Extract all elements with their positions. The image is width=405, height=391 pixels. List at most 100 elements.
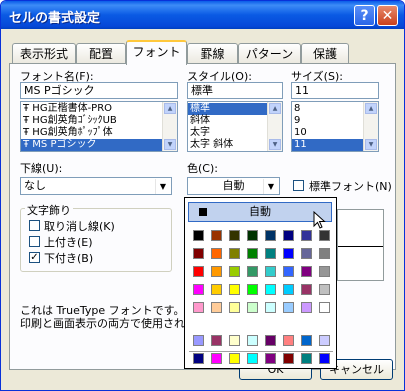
superscript-checkbox[interactable] (29, 236, 40, 247)
color-swatch[interactable] (283, 335, 294, 346)
color-swatch[interactable] (301, 302, 312, 313)
color-swatch[interactable] (229, 353, 240, 364)
list-item[interactable]: Ŧ HG創英角ﾎﾟｯﾌﾟ体 (21, 127, 177, 139)
scroll-up-icon[interactable]: ▲ (269, 103, 281, 114)
color-swatch[interactable] (211, 248, 222, 259)
color-swatch[interactable] (211, 284, 222, 295)
color-swatch[interactable] (193, 284, 204, 295)
list-item[interactable]: Ŧ HG創英角ｺﾞｼｯｸUB (21, 115, 177, 127)
color-swatch[interactable] (283, 266, 294, 277)
tab-protection[interactable]: 保護 (301, 43, 349, 63)
normal-font-checkbox[interactable] (293, 180, 304, 191)
color-swatch[interactable] (301, 248, 312, 259)
color-swatch[interactable] (301, 266, 312, 277)
color-swatch[interactable] (265, 266, 276, 277)
color-swatch[interactable] (265, 230, 276, 241)
color-swatch[interactable] (229, 266, 240, 277)
color-swatch[interactable] (301, 335, 312, 346)
color-swatch[interactable] (265, 302, 276, 313)
color-swatch[interactable] (247, 335, 258, 346)
font-name-input[interactable]: MS Pゴシック (20, 82, 178, 99)
color-swatch[interactable] (319, 230, 330, 241)
color-swatch[interactable] (283, 230, 294, 241)
color-swatch[interactable] (247, 353, 258, 364)
color-palette-popup[interactable]: 自動 (184, 197, 337, 369)
color-swatch[interactable] (229, 230, 240, 241)
help-button[interactable]: ? (354, 5, 375, 26)
color-swatch[interactable] (193, 266, 204, 277)
subscript-checkbox[interactable]: ✓ (29, 252, 40, 263)
style-input[interactable]: 標準 (187, 82, 283, 99)
color-swatch[interactable] (265, 353, 276, 364)
close-button[interactable]: ✕ (377, 5, 398, 26)
superscript-label: 上付き(E) (44, 236, 93, 249)
font-name-list[interactable]: Ŧ HG正楷書体-PRO Ŧ HG創英角ｺﾞｼｯｸUB Ŧ HG創英角ﾎﾟｯﾌﾟ… (20, 101, 178, 152)
color-swatch[interactable] (301, 230, 312, 241)
color-swatch[interactable] (319, 248, 330, 259)
color-swatch[interactable] (247, 230, 258, 241)
color-swatch[interactable] (283, 302, 294, 313)
chevron-down-icon[interactable]: ▼ (263, 179, 278, 194)
preview-underline (338, 246, 383, 247)
color-swatch[interactable] (193, 353, 204, 364)
color-swatch[interactable] (319, 335, 330, 346)
scroll-up-icon[interactable]: ▲ (365, 103, 377, 114)
color-swatch[interactable] (193, 302, 204, 313)
color-swatch[interactable] (211, 230, 222, 241)
color-swatch[interactable] (193, 248, 204, 259)
tab-patterns[interactable]: パターン (238, 43, 301, 63)
style-list[interactable]: 標準 斜体 太字 太字 斜体 ▲ ▼ (187, 101, 283, 152)
color-swatch[interactable] (229, 335, 240, 346)
color-swatch[interactable] (247, 302, 258, 313)
tab-border[interactable]: 罫線 (187, 43, 238, 63)
tab-alignment[interactable]: 配置 (76, 43, 126, 63)
auto-color-option[interactable]: 自動 (188, 202, 332, 222)
color-swatch[interactable] (319, 266, 330, 277)
color-swatch[interactable] (283, 284, 294, 295)
color-swatch[interactable] (211, 335, 222, 346)
color-swatch[interactable] (319, 284, 330, 295)
strikethrough-label: 取り消し線(K) (44, 220, 115, 233)
color-swatch[interactable] (265, 248, 276, 259)
strikethrough-checkbox[interactable] (29, 220, 40, 231)
color-swatch[interactable] (229, 302, 240, 313)
tab-font[interactable]: フォント (126, 40, 187, 65)
color-swatch[interactable] (247, 284, 258, 295)
color-swatch[interactable] (193, 230, 204, 241)
tab-number[interactable]: 表示形式 (12, 43, 76, 63)
color-swatch[interactable] (265, 335, 276, 346)
scroll-down-icon[interactable]: ▼ (365, 139, 377, 150)
font-list-scrollbar[interactable]: ▲ ▼ (162, 102, 177, 151)
auto-color-label: 自動 (249, 205, 271, 218)
normal-font-label: 標準フォント(N) (309, 180, 392, 193)
list-item-selected[interactable]: Ŧ MS Pゴシック (21, 139, 177, 151)
color-swatch[interactable] (193, 335, 204, 346)
title-bar[interactable]: セルの書式設定 ? ✕ (1, 1, 404, 29)
underline-select[interactable]: なし ▼ (20, 177, 172, 195)
truetype-icon: Ŧ (23, 115, 30, 126)
scroll-down-icon[interactable]: ▼ (164, 139, 176, 150)
color-swatch[interactable] (265, 284, 276, 295)
color-swatch[interactable] (229, 284, 240, 295)
color-swatch[interactable] (247, 266, 258, 277)
color-swatch[interactable] (283, 353, 294, 364)
size-input[interactable]: 11 (291, 82, 379, 99)
color-swatch[interactable] (211, 266, 222, 277)
color-select[interactable]: 自動 ▼ (187, 177, 280, 195)
scroll-down-icon[interactable]: ▼ (269, 139, 281, 150)
scroll-up-icon[interactable]: ▲ (164, 103, 176, 114)
color-swatch[interactable] (319, 302, 330, 313)
color-swatch[interactable] (301, 284, 312, 295)
color-swatch[interactable] (247, 248, 258, 259)
size-list-scrollbar[interactable]: ▲ ▼ (363, 102, 378, 151)
color-swatch[interactable] (301, 353, 312, 364)
list-item[interactable]: Ŧ HG正楷書体-PRO (21, 103, 177, 115)
color-swatch[interactable] (319, 353, 330, 364)
color-swatch[interactable] (283, 248, 294, 259)
color-swatch[interactable] (229, 248, 240, 259)
style-list-scrollbar[interactable]: ▲ ▼ (267, 102, 282, 151)
chevron-down-icon[interactable]: ▼ (155, 179, 170, 194)
color-swatch[interactable] (211, 353, 222, 364)
size-list[interactable]: 8 9 10 11 ▲ ▼ (291, 101, 379, 152)
color-swatch[interactable] (211, 302, 222, 313)
